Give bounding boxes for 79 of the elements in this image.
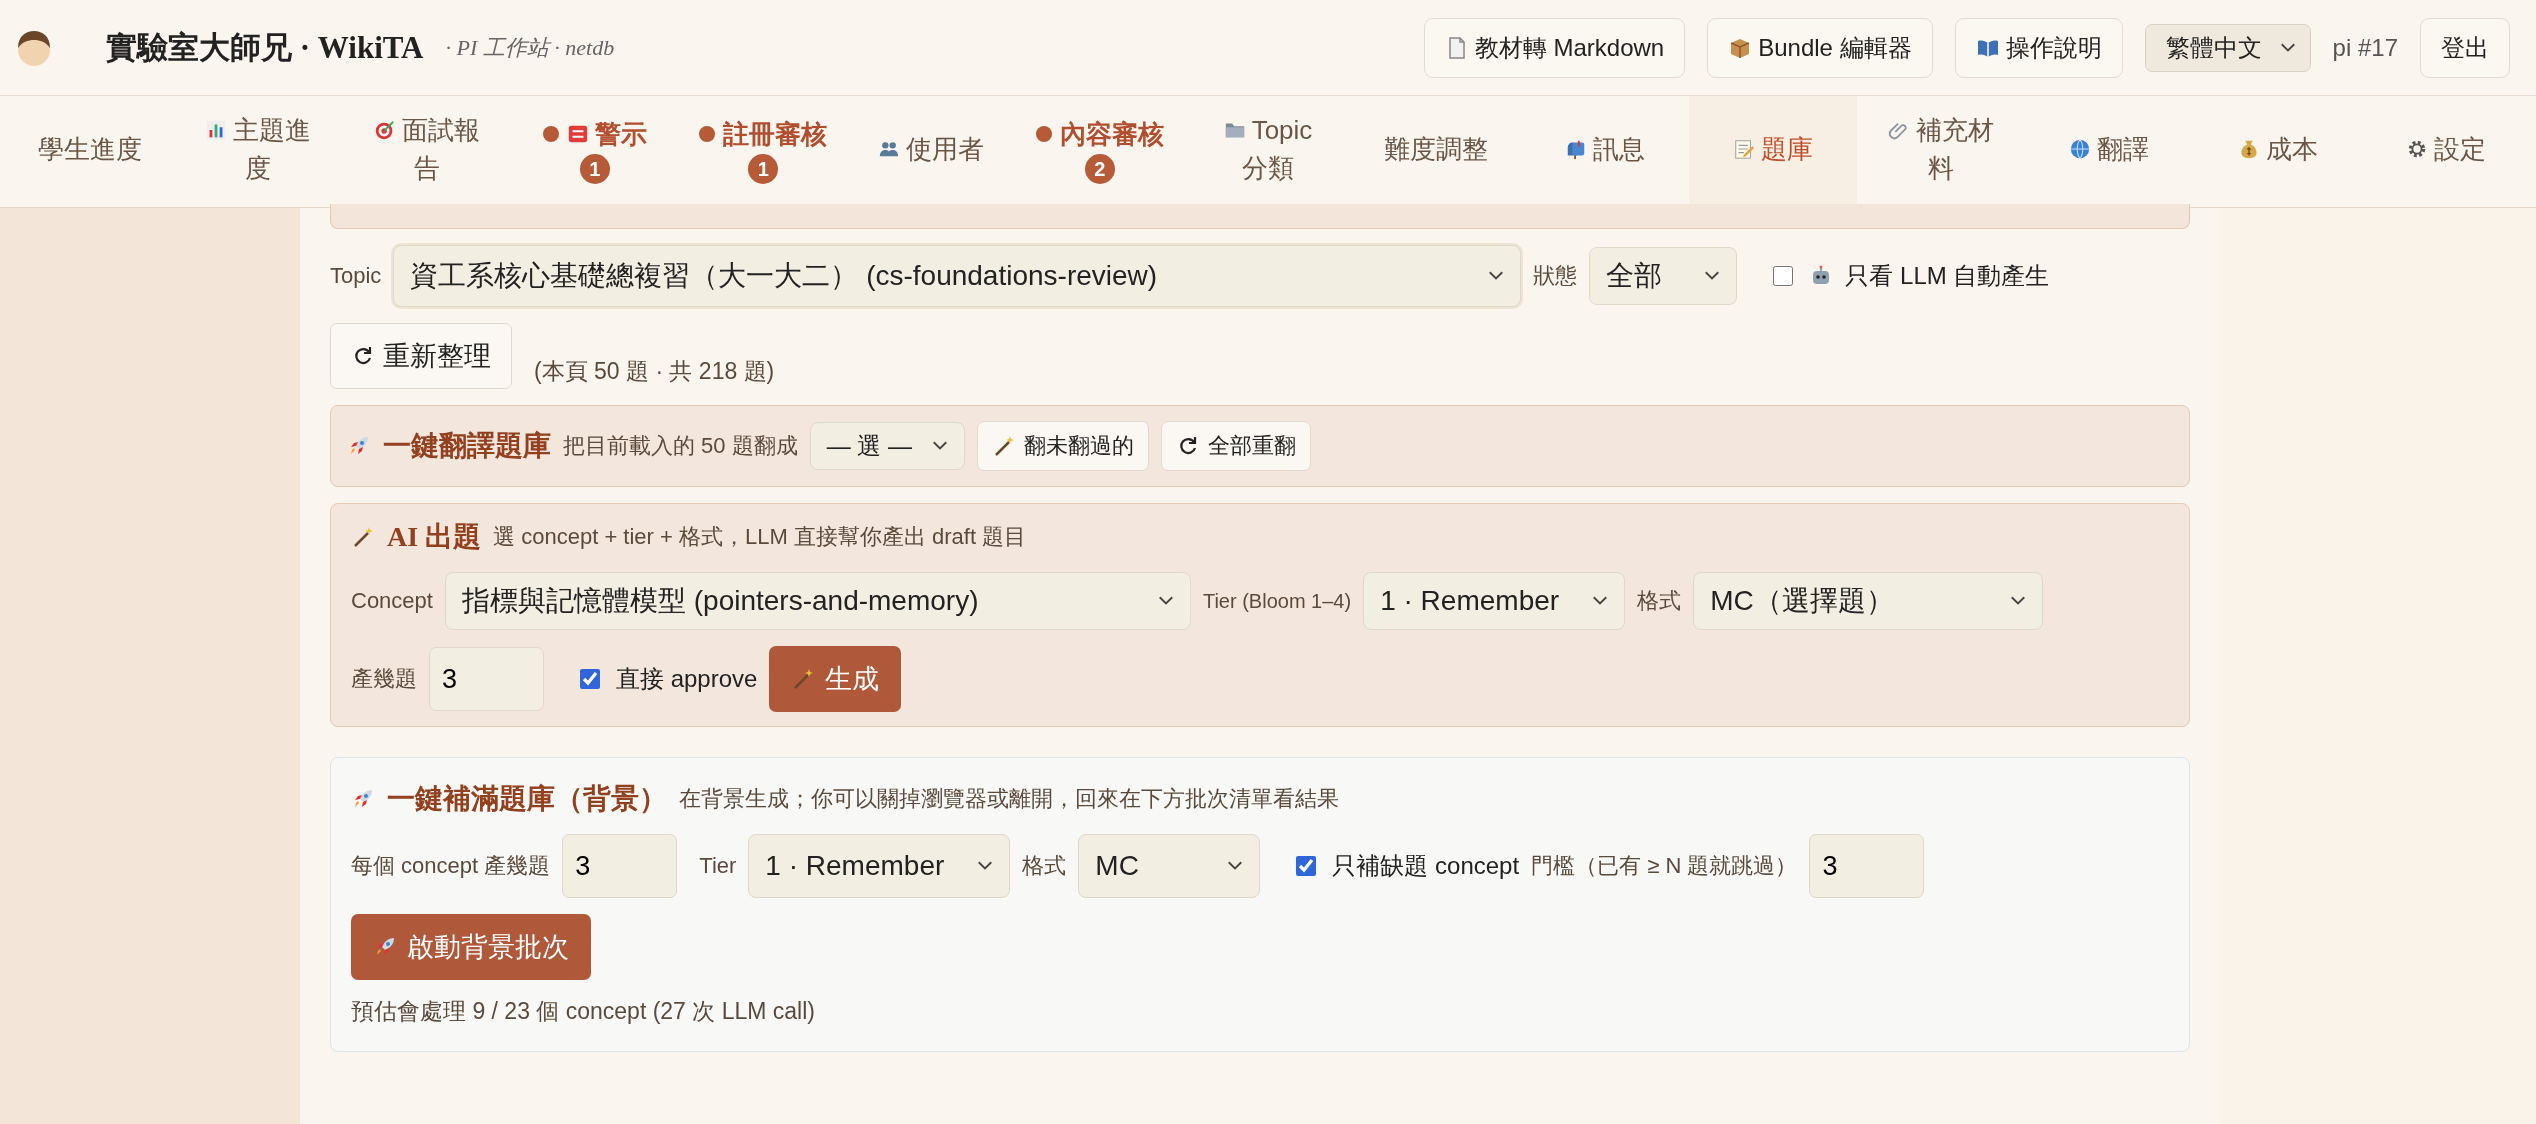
status-select[interactable]: 全部 <box>1589 247 1738 305</box>
field-label: Tier (Bloom 1–4) <box>1202 589 1352 613</box>
field-label: 格式 <box>1022 852 1067 880</box>
start-batch-button[interactable]: 啟動背景批次 <box>351 914 591 980</box>
nav-tab[interactable]: 補充材料 <box>1856 96 2026 207</box>
app-title: 實驗室大師兄 · WikiTA <box>106 28 424 67</box>
nav-tab[interactable]: 難度調整 <box>1352 96 1521 207</box>
caret-icon <box>1227 861 1244 871</box>
nav-tab[interactable]: Topic 分類 <box>1183 96 1353 207</box>
caret-icon <box>2279 42 2296 53</box>
format-select[interactable]: MC（選擇題） <box>1693 572 2044 630</box>
target-icon <box>373 119 396 142</box>
checkbox-label: 只補缺題 concept <box>1332 851 1520 881</box>
count-badge: 1 <box>748 153 779 184</box>
language-select[interactable]: — 選 — <box>809 422 965 470</box>
section-hint: 把目前載入的 50 題翻成 <box>563 432 798 460</box>
format-select[interactable]: MC <box>1078 834 1261 898</box>
count-badge: 2 <box>1084 153 1115 184</box>
concept-select[interactable]: 指標與記憶體模型 (pointers-and-memory) <box>444 572 1191 630</box>
field-label: Topic <box>330 263 382 289</box>
nav-tab[interactable]: 設定 <box>2361 96 2530 207</box>
checkbox[interactable] <box>1773 266 1794 286</box>
section-title: AI 出題 <box>387 520 482 554</box>
bar-chart-icon <box>205 119 228 142</box>
nav-tab[interactable]: 註冊審核 1 <box>679 96 848 207</box>
field-label: 每個 concept 產幾題 <box>351 852 551 880</box>
translate-button[interactable]: 全部重翻 <box>1160 421 1311 471</box>
caret-icon <box>1592 596 1609 606</box>
section-title: 一鍵翻譯題庫 <box>383 429 551 463</box>
user-name: pi #17 <box>2332 33 2398 62</box>
nav-tab[interactable]: 使用者 <box>847 96 1016 207</box>
logout-button[interactable]: 登出 <box>2420 17 2510 78</box>
checkbox-label: 只看 LLM 自動產生 <box>1845 261 2050 291</box>
question-count: (本頁 50 題 · 共 218 題) <box>534 357 775 386</box>
checkbox-label: 直接 approve <box>616 664 758 694</box>
field-label: 產幾題 <box>351 665 417 693</box>
field-label: Tier <box>699 853 737 879</box>
caret-icon <box>977 861 994 871</box>
generate-button[interactable]: 生成 <box>769 646 902 712</box>
refresh-button[interactable]: 重新整理 <box>330 323 512 389</box>
field-label: 門檻（已有 ≥ N 題就跳過） <box>1531 852 1798 880</box>
caret-icon <box>1157 596 1174 606</box>
checkbox[interactable] <box>1296 856 1317 876</box>
app-subtitle: · PI 工作站 · netdb <box>445 33 615 62</box>
section-hint: 在背景生成；你可以關掉瀏覽器或離開，回來在下方批次清單看結果 <box>679 785 1339 813</box>
nav-tab[interactable]: 成本 <box>2193 96 2362 207</box>
header-button[interactable]: Bundle 編輯器 <box>1707 17 1933 78</box>
memo-icon <box>1732 138 1755 161</box>
section-hint: 選 concept + tier + 格式，LLM 直接幫你產出 draft 題目 <box>493 523 1027 551</box>
nav-tab[interactable]: 翻譯 <box>2025 96 2194 207</box>
field-label: Concept <box>351 588 433 614</box>
section-title: 一鍵補滿題庫（背景） <box>387 782 667 816</box>
nav-tab[interactable]: 面試報告 <box>342 96 511 207</box>
globe-icon <box>2069 138 2092 161</box>
count-input[interactable]: 3 <box>429 647 544 711</box>
caret-icon <box>1704 271 1721 281</box>
header-button[interactable]: 教材轉 Markdown <box>1423 17 1686 78</box>
count-badge: 1 <box>579 153 610 184</box>
header-button[interactable]: 操作說明 <box>1954 17 2123 78</box>
estimate-text: 預估會處理 9 / 23 個 concept (27 次 LLM call) <box>351 997 815 1026</box>
field-label: 狀態 <box>1533 262 1578 290</box>
nav-tab[interactable]: 內容審核 2 <box>1015 96 1184 207</box>
nav-tab[interactable]: 主題進度 <box>174 96 343 207</box>
caret-icon <box>2010 596 2027 606</box>
nav-tab[interactable]: 學生進度 <box>6 96 175 207</box>
caret-icon <box>931 441 948 451</box>
caret-icon <box>1488 271 1505 281</box>
nav-tab[interactable]: 題庫 <box>1688 96 1857 207</box>
nav-tab[interactable]: 訊息 <box>1520 96 1689 207</box>
field-label: 格式 <box>1637 587 1682 615</box>
translate-button[interactable]: 翻未翻過的 <box>976 421 1149 471</box>
tier-select[interactable]: 1 · Remember <box>748 834 1011 898</box>
checkbox[interactable] <box>580 669 600 689</box>
count-input[interactable]: 3 <box>562 834 678 898</box>
topic-select[interactable]: 資工系核心基礎總複習（大一大二） (cs-foundations-review) <box>393 245 1522 307</box>
nav-tab[interactable]: 警示 1 <box>510 96 680 207</box>
language-select[interactable]: 繁體中文 <box>2144 23 2311 72</box>
threshold-input[interactable]: 3 <box>1809 834 1925 898</box>
tier-select[interactable]: 1 · Remember <box>1363 572 1626 630</box>
